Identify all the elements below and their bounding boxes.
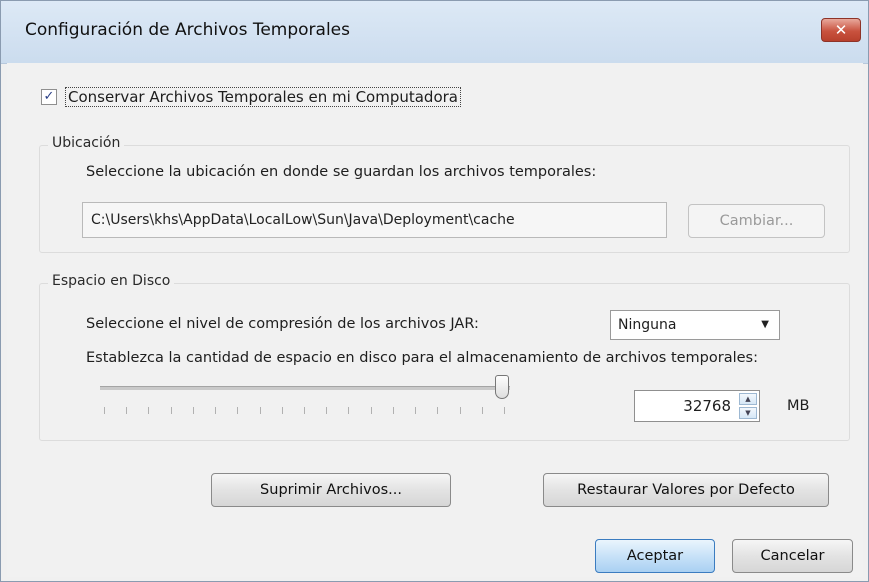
disk-space-slider-track[interactable] bbox=[100, 386, 510, 390]
slider-tick bbox=[304, 407, 305, 414]
slider-tick bbox=[437, 407, 438, 414]
disk-space-group-title: Espacio en Disco bbox=[48, 273, 175, 289]
slider-tick bbox=[482, 407, 483, 414]
slider-tick bbox=[237, 407, 238, 414]
slider-tick bbox=[260, 407, 261, 414]
down-arrow-icon[interactable]: ▼ bbox=[739, 407, 757, 419]
slider-tick bbox=[460, 407, 461, 414]
chevron-down-icon: ▼ bbox=[761, 319, 769, 330]
close-icon: ✕ bbox=[834, 21, 848, 39]
slider-tick bbox=[126, 407, 127, 414]
restore-defaults-button[interactable]: Restaurar Valores por Defecto bbox=[543, 473, 829, 507]
close-button[interactable]: ✕ bbox=[821, 18, 861, 42]
slider-tick bbox=[348, 407, 349, 414]
location-path-field[interactable]: C:\Users\khs\AppData\LocalLow\Sun\Java\D… bbox=[82, 202, 667, 238]
slider-tick bbox=[104, 407, 105, 414]
dialog-title: Configuración de Archivos Temporales bbox=[25, 20, 350, 40]
keep-files-row[interactable]: ✓ Conservar Archivos Temporales en mi Co… bbox=[41, 87, 461, 107]
unit-label: MB bbox=[787, 398, 810, 414]
location-group: Ubicación Seleccione la ubicación en don… bbox=[39, 135, 850, 253]
slider-tick bbox=[371, 407, 372, 414]
disk-space-slider-thumb[interactable] bbox=[495, 375, 509, 399]
slider-tick bbox=[148, 407, 149, 414]
checkmark-icon: ✓ bbox=[43, 89, 55, 104]
change-location-button[interactable]: Cambiar... bbox=[688, 204, 825, 238]
slider-tick bbox=[215, 407, 216, 414]
location-instruction: Seleccione la ubicación en donde se guar… bbox=[86, 164, 597, 180]
amount-label: Establezca la cantidad de espacio en dis… bbox=[86, 350, 758, 366]
title-bar: Configuración de Archivos Temporales ✕ bbox=[1, 1, 868, 64]
keep-files-label[interactable]: Conservar Archivos Temporales en mi Comp… bbox=[65, 87, 461, 107]
keep-files-checkbox[interactable]: ✓ bbox=[41, 89, 57, 105]
slider-ticks bbox=[104, 407, 510, 415]
slider-tick bbox=[171, 407, 172, 414]
slider-tick bbox=[393, 407, 394, 414]
ok-button[interactable]: Aceptar bbox=[595, 539, 715, 573]
disk-space-group: Espacio en Disco Seleccione el nivel de … bbox=[39, 273, 850, 441]
location-group-title: Ubicación bbox=[48, 135, 125, 151]
slider-tick bbox=[326, 407, 327, 414]
up-arrow-icon[interactable]: ▲ bbox=[739, 393, 757, 405]
delete-files-button[interactable]: Suprimir Archivos... bbox=[211, 473, 451, 507]
disk-space-amount-field[interactable]: 32768 ▲ ▼ bbox=[634, 390, 760, 422]
cancel-button[interactable]: Cancelar bbox=[732, 539, 853, 573]
slider-tick bbox=[415, 407, 416, 414]
compression-label: Seleccione el nivel de compresión de los… bbox=[86, 316, 479, 332]
compression-select[interactable]: Ninguna ▼ bbox=[610, 310, 780, 340]
slider-tick bbox=[504, 407, 505, 414]
slider-tick bbox=[193, 407, 194, 414]
temp-files-dialog: Configuración de Archivos Temporales ✕ ✓… bbox=[0, 0, 869, 582]
dialog-body: ✓ Conservar Archivos Temporales en mi Co… bbox=[7, 63, 863, 577]
slider-tick bbox=[282, 407, 283, 414]
disk-space-amount-value: 32768 bbox=[683, 397, 731, 415]
spin-buttons: ▲ ▼ bbox=[739, 393, 757, 419]
compression-value: Ninguna bbox=[618, 317, 677, 333]
